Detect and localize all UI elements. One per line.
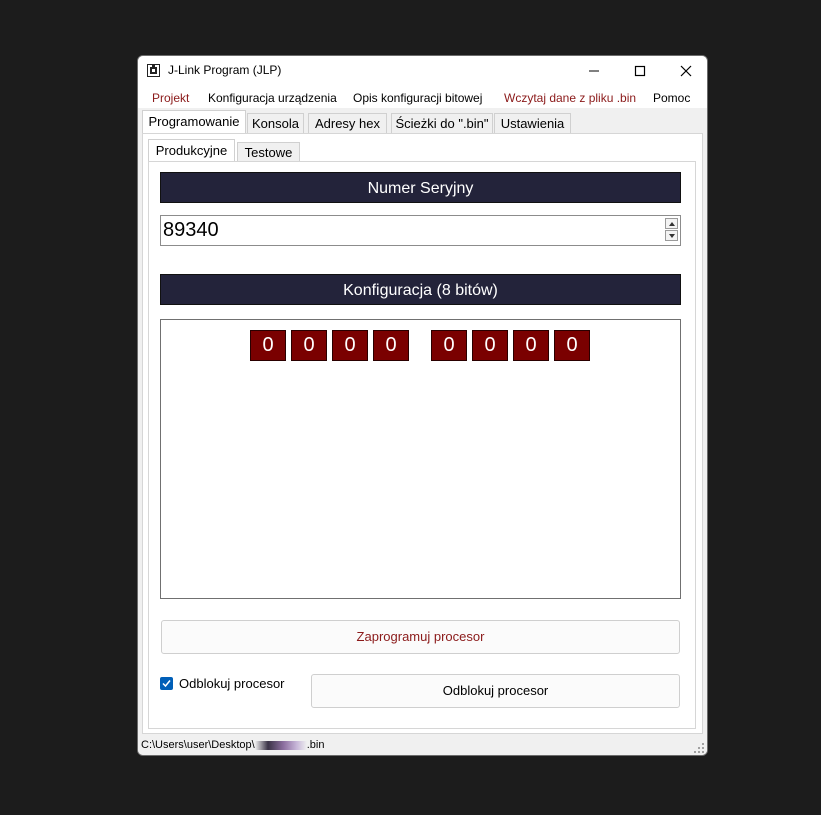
produkcyjne-panel: Numer Seryjny 89340 Konfiguracja (8 bitó… [148,161,696,729]
serial-number-value: 89340 [163,219,219,241]
menu-konfiguracja-urzadzenia[interactable]: Konfiguracja urządzenia [208,91,337,105]
close-button[interactable] [663,56,707,86]
minimize-button[interactable] [571,56,617,86]
sub-tabs: Produkcyjne Testowe [148,139,348,163]
minimize-icon [589,70,599,72]
tab-programowanie[interactable]: Programowanie [142,110,246,134]
maximize-icon [634,65,646,77]
program-processor-button[interactable]: Zaprogramuj procesor [161,620,680,654]
status-path: C:\Users\user\Desktop\ .bin [141,739,324,751]
serial-number-input[interactable]: 89340 [160,215,681,246]
spin-up-button[interactable] [665,218,678,229]
tab-produkcyjne[interactable]: Produkcyjne [148,139,235,163]
unlock-checkbox[interactable] [160,677,173,690]
unlock-checkbox-label[interactable]: Odblokuj procesor [179,676,285,691]
programowanie-panel: Produkcyjne Testowe Numer Seryjny 89340 … [142,133,703,734]
main-tabs: Programowanie Konsola Adresy hex Ścieżki… [138,110,707,134]
close-icon [680,65,692,77]
menu-wczytaj-dane[interactable]: Wczytaj dane z pliku .bin [504,91,636,105]
config-bit-1[interactable]: 0 [250,330,286,361]
tab-konsola[interactable]: Konsola [247,113,304,133]
config-bit-3[interactable]: 0 [332,330,368,361]
menu-pomoc[interactable]: Pomoc [653,91,690,105]
chevron-down-icon [669,234,675,238]
resize-grip-icon[interactable] [693,742,705,754]
maximize-button[interactable] [617,56,663,86]
tab-adresy-hex[interactable]: Adresy hex [308,113,387,133]
config-bit-7[interactable]: 0 [513,330,549,361]
config-bit-6[interactable]: 0 [472,330,508,361]
chevron-up-icon [669,222,675,226]
menu-bar: Projekt Konfiguracja urządzenia Opis kon… [138,86,707,108]
tab-ustawienia[interactable]: Ustawienia [494,113,571,133]
menu-opis-konfiguracji-bitowej[interactable]: Opis konfiguracji bitowej [353,91,482,105]
status-path-prefix: C:\Users\user\Desktop\ [141,739,255,751]
redacted-filename [254,740,307,750]
tab-testowe[interactable]: Testowe [237,142,300,162]
menu-projekt[interactable]: Projekt [152,91,189,105]
config-header: Konfiguracja (8 bitów) [160,274,681,305]
title-bar[interactable]: J-Link Program (JLP) [138,56,707,86]
spin-down-button[interactable] [665,230,678,241]
unlock-processor-button[interactable]: Odblokuj procesor [311,674,680,708]
window-title: J-Link Program (JLP) [168,63,282,77]
app-icon [147,64,160,77]
config-bit-4[interactable]: 0 [373,330,409,361]
checkmark-icon [162,680,171,688]
tab-sciezki-bin[interactable]: Ścieżki do ".bin" [391,113,493,133]
config-bit-5[interactable]: 0 [431,330,467,361]
config-bits-area: 0 0 0 0 0 0 0 0 [160,319,681,599]
config-bit-2[interactable]: 0 [291,330,327,361]
serial-number-header: Numer Seryjny [160,172,681,203]
status-bar: C:\Users\user\Desktop\ .bin [138,736,707,755]
app-window: J-Link Program (JLP) Projekt Konfiguracj… [137,55,708,756]
status-path-suffix: .bin [306,739,325,751]
config-bit-8[interactable]: 0 [554,330,590,361]
